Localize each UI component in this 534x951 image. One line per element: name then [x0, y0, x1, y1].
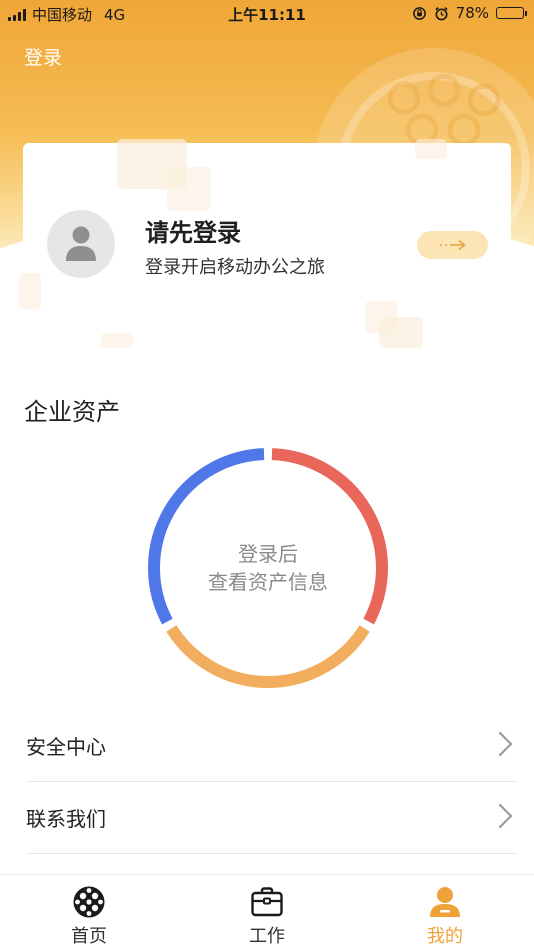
header-login-link[interactable]: 登录 [24, 43, 62, 70]
battery-icon [496, 7, 527, 19]
assets-section-title: 企业资产 [24, 398, 120, 426]
tab-label: 工作 [249, 926, 285, 947]
menu-item-security-center[interactable]: 安全中心 [26, 709, 518, 782]
tab-home[interactable]: 首页 [29, 875, 149, 951]
tab-mine[interactable]: 我的 [385, 875, 505, 951]
decor-square [101, 333, 133, 348]
chevron-right-icon [498, 803, 513, 829]
tab-label: 首页 [71, 926, 107, 947]
ring-segment-blue [148, 448, 265, 625]
decor-square [379, 317, 423, 348]
battery-percent: 78% [455, 4, 489, 22]
home-globe-icon [73, 886, 105, 918]
login-subtitle: 登录开启移动办公之旅 [145, 257, 325, 278]
login-title: 请先登录 [145, 219, 241, 247]
assets-placeholder-text: 登录后 查看资产信息 [146, 540, 390, 596]
ring-segment-red [271, 448, 388, 625]
decor-square [19, 273, 41, 309]
briefcase-icon [251, 887, 283, 917]
menu-item-label: 联系我们 [26, 807, 106, 831]
login-card[interactable]: 请先登录 登录开启移动办公之旅 [19, 139, 511, 348]
orientation-lock-icon [412, 6, 426, 20]
status-bar: 中国移动 4G 上午11:11 78% [0, 0, 534, 28]
login-arrow-button[interactable] [417, 231, 488, 259]
assets-placeholder-line2: 查看资产信息 [208, 570, 328, 594]
tab-bar: 首页 工作 我的 [0, 874, 534, 951]
tab-label: 我的 [427, 926, 463, 947]
menu-item-label: 安全中心 [26, 735, 106, 759]
avatar[interactable] [47, 210, 115, 278]
tab-work[interactable]: 工作 [207, 875, 327, 951]
assets-placeholder-line1: 登录后 [238, 542, 298, 566]
decor-square [415, 139, 447, 159]
status-right: 78% [412, 4, 527, 22]
ring-segment-orange [166, 625, 370, 688]
alarm-icon [434, 6, 448, 20]
menu-item-contact-us[interactable]: 联系我们 [26, 781, 518, 854]
arrow-right-icon [439, 239, 466, 251]
user-icon [430, 887, 460, 917]
decor-square [167, 167, 211, 211]
chevron-right-icon [498, 731, 513, 757]
user-placeholder-icon [66, 226, 96, 261]
